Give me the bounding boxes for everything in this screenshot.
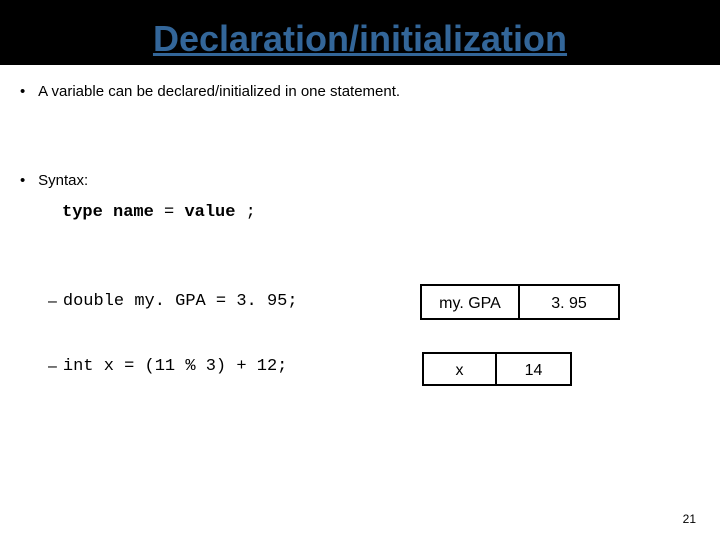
syntax-name: name xyxy=(113,203,154,222)
bullet-dot-icon: • xyxy=(20,172,34,189)
bullet-dot-icon: • xyxy=(20,83,34,100)
box-pair-2: x 14 xyxy=(422,352,572,386)
dash-icon: – xyxy=(48,293,57,311)
bullet-1: • A variable can be declared/initialized… xyxy=(20,83,700,100)
bullet-2: • Syntax: xyxy=(20,172,700,189)
bullet-1-text: A variable can be declared/initialized i… xyxy=(38,83,400,100)
example-1-code: double my. GPA = 3. 95; xyxy=(63,292,298,311)
syntax-semi: ; xyxy=(246,203,256,222)
box-1-label: my. GPA xyxy=(420,284,520,320)
syntax-line: type name = value ; xyxy=(62,203,700,222)
content-area: • A variable can be declared/initialized… xyxy=(20,75,700,422)
box-2-value: 14 xyxy=(497,352,572,386)
bullet-2-text: Syntax: xyxy=(38,172,88,189)
example-2-code: int x = (11 % 3) + 12; xyxy=(63,357,287,376)
syntax-value: value xyxy=(184,203,235,222)
examples-area: – double my. GPA = 3. 95; – int x = (11 … xyxy=(20,292,700,376)
dash-icon: – xyxy=(48,358,57,376)
syntax-eq: = xyxy=(164,203,184,222)
box-2-label: x xyxy=(422,352,497,386)
box-1-value: 3. 95 xyxy=(520,284,620,320)
box-pair-1: my. GPA 3. 95 xyxy=(420,284,620,320)
page-number: 21 xyxy=(683,512,696,526)
example-2: – int x = (11 % 3) + 12; xyxy=(48,357,700,376)
slide-title: Declaration/initialization xyxy=(0,18,720,60)
syntax-type: type xyxy=(62,203,103,222)
